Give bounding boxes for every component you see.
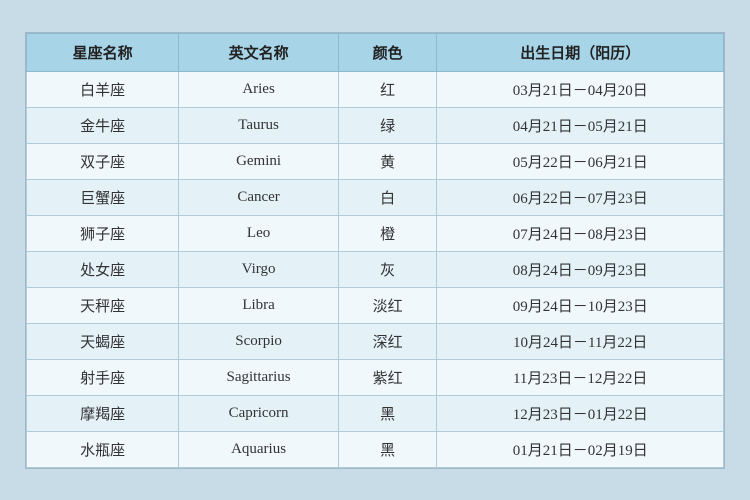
- cell-cn-name: 处女座: [27, 251, 179, 287]
- zodiac-table-container: 星座名称 英文名称 颜色 出生日期（阳历） 白羊座Aries红03月21日－04…: [25, 32, 725, 469]
- header-date: 出生日期（阳历）: [437, 33, 724, 71]
- cell-en-name: Libra: [179, 287, 339, 323]
- cell-date: 08月24日－09月23日: [437, 251, 724, 287]
- cell-en-name: Leo: [179, 215, 339, 251]
- table-row: 天蝎座Scorpio深红10月24日－11月22日: [27, 323, 724, 359]
- cell-color: 白: [338, 179, 437, 215]
- cell-color: 紫红: [338, 359, 437, 395]
- cell-en-name: Cancer: [179, 179, 339, 215]
- cell-en-name: Gemini: [179, 143, 339, 179]
- cell-date: 05月22日－06月21日: [437, 143, 724, 179]
- cell-date: 03月21日－04月20日: [437, 71, 724, 107]
- cell-en-name: Capricorn: [179, 395, 339, 431]
- cell-color: 黑: [338, 395, 437, 431]
- cell-date: 11月23日－12月22日: [437, 359, 724, 395]
- cell-cn-name: 摩羯座: [27, 395, 179, 431]
- cell-cn-name: 金牛座: [27, 107, 179, 143]
- cell-en-name: Taurus: [179, 107, 339, 143]
- zodiac-table: 星座名称 英文名称 颜色 出生日期（阳历） 白羊座Aries红03月21日－04…: [26, 33, 724, 468]
- cell-color: 绿: [338, 107, 437, 143]
- header-en-name: 英文名称: [179, 33, 339, 71]
- table-row: 水瓶座Aquarius黑01月21日－02月19日: [27, 431, 724, 467]
- cell-date: 09月24日－10月23日: [437, 287, 724, 323]
- cell-date: 01月21日－02月19日: [437, 431, 724, 467]
- cell-date: 04月21日－05月21日: [437, 107, 724, 143]
- table-row: 双子座Gemini黄05月22日－06月21日: [27, 143, 724, 179]
- cell-color: 黑: [338, 431, 437, 467]
- table-row: 摩羯座Capricorn黑12月23日－01月22日: [27, 395, 724, 431]
- cell-color: 灰: [338, 251, 437, 287]
- table-row: 天秤座Libra淡红09月24日－10月23日: [27, 287, 724, 323]
- cell-color: 深红: [338, 323, 437, 359]
- cell-cn-name: 巨蟹座: [27, 179, 179, 215]
- cell-en-name: Sagittarius: [179, 359, 339, 395]
- header-color: 颜色: [338, 33, 437, 71]
- table-body: 白羊座Aries红03月21日－04月20日金牛座Taurus绿04月21日－0…: [27, 71, 724, 467]
- table-header-row: 星座名称 英文名称 颜色 出生日期（阳历）: [27, 33, 724, 71]
- table-row: 处女座Virgo灰08月24日－09月23日: [27, 251, 724, 287]
- table-row: 狮子座Leo橙07月24日－08月23日: [27, 215, 724, 251]
- cell-date: 07月24日－08月23日: [437, 215, 724, 251]
- cell-color: 橙: [338, 215, 437, 251]
- table-row: 巨蟹座Cancer白06月22日－07月23日: [27, 179, 724, 215]
- cell-cn-name: 狮子座: [27, 215, 179, 251]
- cell-cn-name: 天秤座: [27, 287, 179, 323]
- cell-date: 06月22日－07月23日: [437, 179, 724, 215]
- header-cn-name: 星座名称: [27, 33, 179, 71]
- cell-date: 12月23日－01月22日: [437, 395, 724, 431]
- cell-cn-name: 水瓶座: [27, 431, 179, 467]
- cell-date: 10月24日－11月22日: [437, 323, 724, 359]
- table-row: 金牛座Taurus绿04月21日－05月21日: [27, 107, 724, 143]
- cell-color: 黄: [338, 143, 437, 179]
- cell-cn-name: 射手座: [27, 359, 179, 395]
- cell-en-name: Aquarius: [179, 431, 339, 467]
- cell-color: 红: [338, 71, 437, 107]
- cell-en-name: Virgo: [179, 251, 339, 287]
- cell-en-name: Scorpio: [179, 323, 339, 359]
- cell-en-name: Aries: [179, 71, 339, 107]
- cell-cn-name: 双子座: [27, 143, 179, 179]
- cell-cn-name: 白羊座: [27, 71, 179, 107]
- cell-cn-name: 天蝎座: [27, 323, 179, 359]
- cell-color: 淡红: [338, 287, 437, 323]
- table-row: 白羊座Aries红03月21日－04月20日: [27, 71, 724, 107]
- table-row: 射手座Sagittarius紫红11月23日－12月22日: [27, 359, 724, 395]
